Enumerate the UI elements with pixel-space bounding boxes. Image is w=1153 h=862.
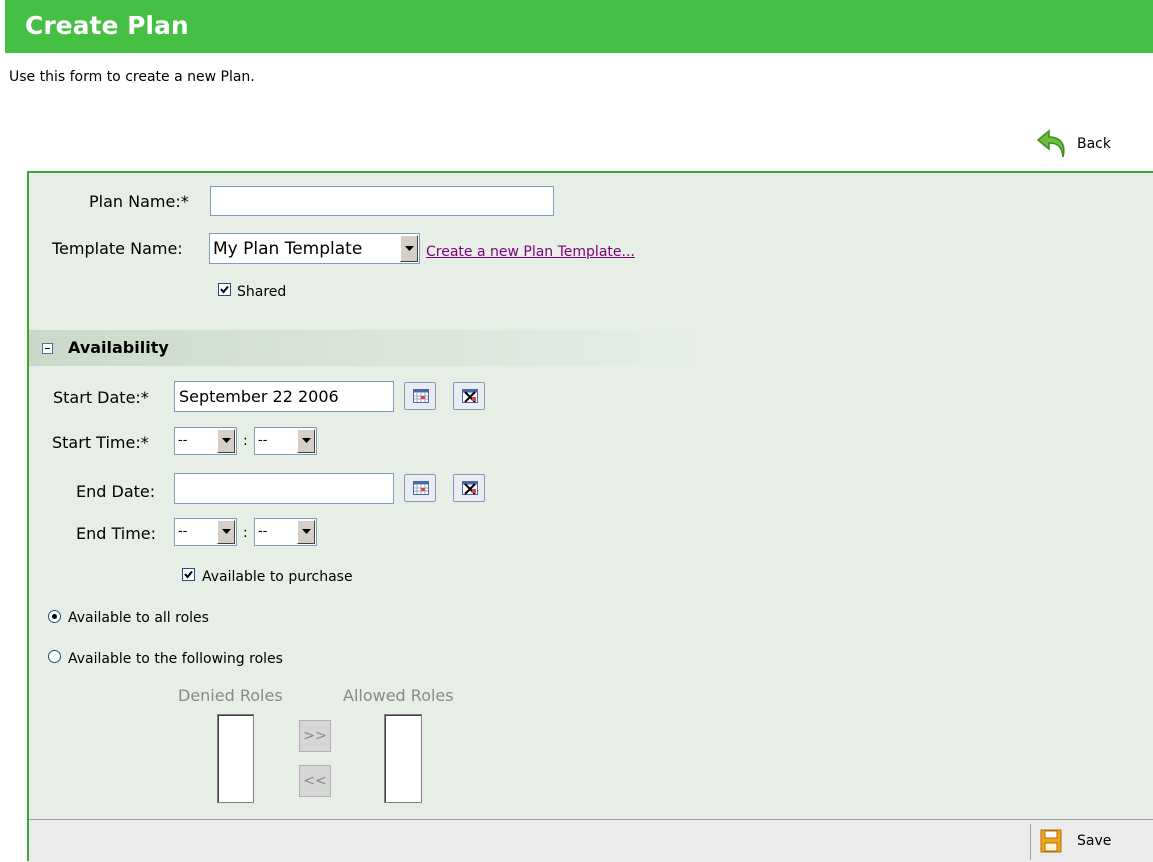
template-name-select[interactable]: My Plan Template	[209, 233, 420, 264]
back-button[interactable]: Back	[1035, 127, 1120, 163]
clear-date-icon	[462, 481, 478, 495]
chevron-down-icon	[297, 520, 315, 544]
create-template-link[interactable]: Create a new Plan Template...	[426, 244, 635, 260]
collapse-icon[interactable]	[42, 343, 53, 354]
calendar-icon	[413, 389, 429, 403]
clear-date-icon	[462, 389, 478, 403]
calendar-icon	[413, 481, 429, 495]
chevron-down-icon	[400, 235, 418, 262]
start-minute-value: --	[258, 433, 268, 448]
shared-label: Shared	[237, 284, 287, 300]
page-header: Create Plan	[5, 0, 1153, 53]
start-time-label: Start Time:*	[52, 433, 149, 452]
page-description: Use this form to create a new Plan.	[9, 69, 255, 85]
time-separator: :	[243, 525, 248, 541]
time-separator: :	[243, 433, 248, 449]
availability-title: Availability	[68, 338, 169, 357]
following-roles-radio[interactable]	[48, 650, 61, 663]
end-hour-select[interactable]: --	[174, 518, 237, 546]
end-hour-value: --	[178, 524, 188, 539]
chevron-down-icon	[217, 429, 235, 453]
checkmark-icon	[184, 570, 193, 579]
start-minute-select[interactable]: --	[254, 427, 317, 455]
all-roles-label: Available to all roles	[68, 610, 209, 626]
end-minute-value: --	[258, 524, 268, 539]
form-panel	[27, 171, 1153, 861]
save-button[interactable]: Save	[1040, 829, 1130, 855]
start-hour-value: --	[178, 433, 188, 448]
end-time-label: End Time:	[76, 524, 157, 543]
move-left-button[interactable]: <<	[299, 765, 331, 797]
all-roles-radio[interactable]	[48, 610, 61, 623]
end-date-calendar-button[interactable]	[404, 474, 436, 502]
following-roles-label: Available to the following roles	[68, 651, 283, 667]
radio-selected-dot	[52, 614, 57, 619]
end-minute-select[interactable]: --	[254, 518, 317, 546]
shared-checkbox[interactable]	[218, 283, 231, 296]
end-date-label: End Date:	[76, 482, 156, 501]
start-date-label: Start Date:*	[53, 388, 149, 407]
form-footer	[29, 819, 1153, 862]
denied-roles-list[interactable]	[217, 714, 254, 803]
template-selected-value: My Plan Template	[213, 239, 363, 259]
checkmark-icon	[220, 285, 229, 294]
start-date-clear-button[interactable]	[453, 382, 485, 410]
start-date-input[interactable]	[174, 381, 394, 412]
save-icon	[1040, 829, 1062, 853]
denied-roles-label: Denied Roles	[178, 686, 283, 705]
template-name-label: Template Name:	[52, 239, 183, 258]
start-date-calendar-button[interactable]	[404, 382, 436, 410]
allowed-roles-list[interactable]	[384, 714, 422, 803]
chevron-down-icon	[217, 520, 235, 544]
allowed-roles-label: Allowed Roles	[343, 686, 454, 705]
page-title: Create Plan	[25, 11, 189, 40]
availability-section-header[interactable]: Availability	[29, 330, 1153, 366]
purchase-checkbox[interactable]	[182, 568, 195, 581]
chevron-down-icon	[297, 429, 315, 453]
footer-divider	[1030, 824, 1031, 860]
back-label: Back	[1077, 136, 1111, 152]
purchase-label: Available to purchase	[202, 569, 353, 585]
save-label: Save	[1077, 833, 1112, 849]
end-date-clear-button[interactable]	[453, 474, 485, 502]
move-right-button[interactable]: >>	[299, 720, 331, 752]
back-arrow-icon	[1036, 129, 1065, 158]
start-hour-select[interactable]: --	[174, 427, 237, 455]
plan-name-label: Plan Name:*	[89, 192, 189, 211]
end-date-input[interactable]	[174, 473, 394, 504]
plan-name-input[interactable]	[210, 186, 554, 216]
